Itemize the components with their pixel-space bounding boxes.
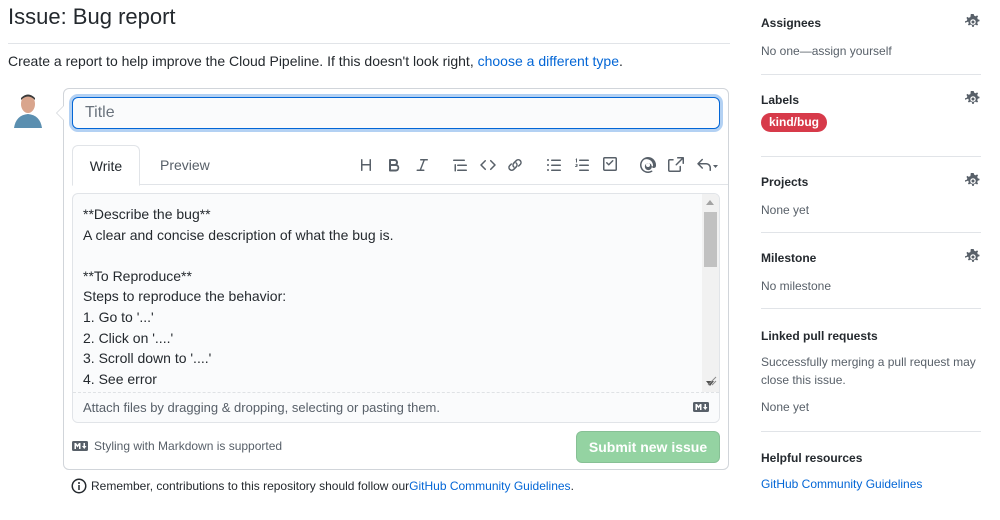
- linked-prs-section: Linked pull requests Successfully mergin…: [761, 329, 981, 432]
- link-icon[interactable]: [502, 153, 530, 177]
- helpful-resources-body: GitHub Community Guidelines: [761, 475, 922, 493]
- projects-section: Projects None yet: [761, 173, 981, 233]
- label-badge-kind-bug[interactable]: kind/bug: [761, 113, 827, 132]
- helpful-guidelines-link[interactable]: GitHub Community Guidelines: [761, 477, 922, 491]
- helpful-resources-heading: Helpful resources: [761, 451, 863, 465]
- avatar: [8, 88, 48, 128]
- bold-icon[interactable]: [380, 153, 408, 177]
- issue-form: Write Preview **Describe the bug** A cle…: [56, 88, 729, 470]
- intro-text-body: Create a report to help improve the Clou…: [8, 53, 478, 69]
- linked-prs-heading: Linked pull requests: [761, 329, 878, 343]
- guidelines-note-text: Remember, contributions to this reposito…: [91, 479, 410, 493]
- quote-icon[interactable]: [446, 153, 474, 177]
- projects-heading: Projects: [761, 175, 809, 189]
- markdown-toolbar: [352, 153, 724, 177]
- reference-icon[interactable]: [662, 153, 690, 177]
- intro-text-end: .: [619, 53, 623, 69]
- resize-grip-icon[interactable]: [705, 374, 717, 386]
- intro-text: Create a report to help improve the Clou…: [8, 53, 623, 69]
- attach-files-text: Attach files by dragging & dropping, sel…: [83, 400, 440, 415]
- header-icon[interactable]: [352, 153, 380, 177]
- markdown-hint-text: Styling with Markdown is supported: [94, 439, 283, 453]
- submit-issue-button[interactable]: Submit new issue: [576, 431, 720, 463]
- gear-icon[interactable]: [965, 249, 981, 265]
- editor-tabs: Write Preview: [72, 145, 728, 186]
- attach-files-bar[interactable]: Attach files by dragging & dropping, sel…: [73, 392, 719, 422]
- scroll-up-arrow[interactable]: [706, 200, 714, 205]
- guidelines-note-end: .: [570, 479, 574, 493]
- tab-write[interactable]: Write: [72, 145, 140, 186]
- labels-heading: Labels: [761, 93, 800, 107]
- markdown-icon: [72, 441, 88, 451]
- gear-icon[interactable]: [965, 173, 981, 189]
- milestone-heading: Milestone: [761, 251, 817, 265]
- projects-value: None yet: [761, 203, 810, 217]
- markdown-hint[interactable]: Styling with Markdown is supported: [72, 439, 282, 453]
- assignees-value[interactable]: No one—assign yourself: [761, 42, 892, 60]
- milestone-section: Milestone No milestone: [761, 249, 981, 309]
- choose-type-link[interactable]: choose a different type: [478, 53, 619, 69]
- assignees-section: Assignees No one—assign yourself: [761, 14, 981, 75]
- ordered-list-icon[interactable]: [568, 153, 596, 177]
- unordered-list-icon[interactable]: [540, 153, 568, 177]
- italic-icon[interactable]: [408, 153, 436, 177]
- helpful-resources-section: Helpful resources GitHub Community Guide…: [761, 451, 981, 496]
- linked-prs-value: None yet: [761, 400, 810, 414]
- gear-icon[interactable]: [965, 91, 981, 107]
- info-icon: [71, 478, 87, 494]
- assignees-heading: Assignees: [761, 16, 822, 30]
- linked-prs-description: Successfully merging a pull request may …: [761, 355, 976, 387]
- gear-icon[interactable]: [965, 14, 981, 30]
- tab-preview[interactable]: Preview: [144, 145, 226, 185]
- markdown-icon: [693, 402, 709, 412]
- milestone-value: No milestone: [761, 279, 832, 293]
- mention-icon[interactable]: [634, 153, 662, 177]
- guidelines-note: Remember, contributions to this reposito…: [71, 478, 574, 494]
- code-icon[interactable]: [474, 153, 502, 177]
- title-divider: [8, 43, 730, 44]
- page-title: Issue: Bug report: [8, 4, 176, 29]
- title-input[interactable]: [72, 97, 720, 129]
- issue-body-editor[interactable]: **Describe the bug** A clear and concise…: [72, 193, 720, 423]
- labels-section: Labels kind/bug: [761, 91, 981, 157]
- scroll-thumb[interactable]: [704, 212, 717, 267]
- editor-scrollbar[interactable]: [702, 194, 719, 392]
- community-guidelines-link[interactable]: GitHub Community Guidelines: [409, 479, 570, 493]
- reply-icon[interactable]: [690, 153, 724, 177]
- task-list-icon[interactable]: [596, 153, 624, 177]
- issue-body-text[interactable]: **Describe the bug** A clear and concise…: [83, 204, 693, 389]
